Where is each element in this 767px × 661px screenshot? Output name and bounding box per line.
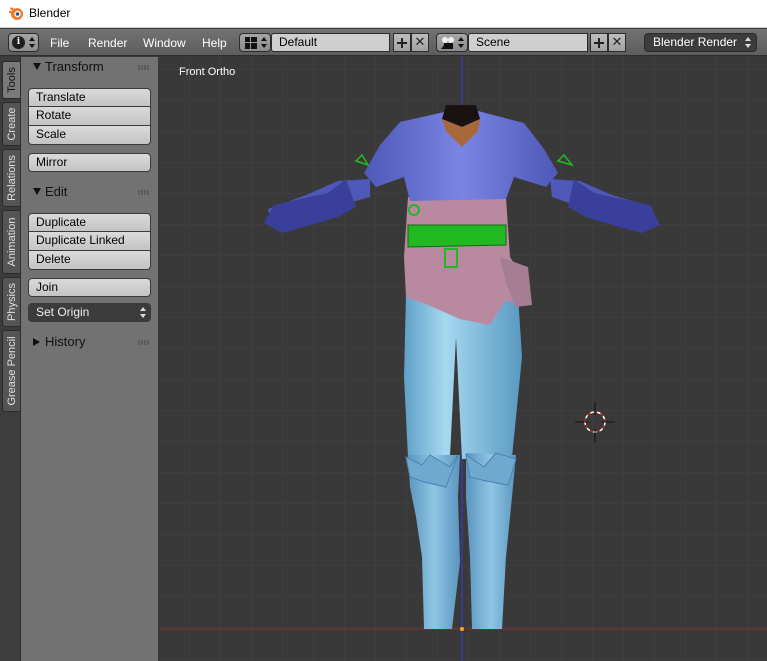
delete-screen-icon[interactable]: ✕ [411, 33, 429, 52]
tab-tools[interactable]: Tools [2, 61, 20, 99]
add-scene-icon[interactable] [590, 33, 608, 52]
screen-layout-browse-button[interactable] [239, 33, 271, 52]
tab-physics[interactable]: Physics [2, 277, 20, 327]
info-icon: i [12, 36, 25, 49]
translate-button[interactable]: Translate [28, 88, 151, 107]
render-engine-label: Blender Render [653, 35, 738, 49]
view-label: Front Ortho [179, 66, 236, 78]
screen-layout-field[interactable]: Default [271, 33, 390, 52]
menu-file[interactable]: File [50, 36, 69, 50]
belt-mesh [407, 224, 507, 248]
drag-grip-icon[interactable] [138, 190, 150, 195]
transform-panel-title: Transform [45, 59, 104, 74]
scale-button[interactable]: Scale [28, 126, 151, 145]
edit-panel-title: Edit [45, 184, 68, 199]
edit-panel-header[interactable]: Edit [21, 182, 159, 202]
duplicate-button[interactable]: Duplicate [28, 213, 151, 232]
drag-grip-icon[interactable] [138, 65, 150, 70]
updown-arrows-icon [29, 37, 35, 48]
rotate-button[interactable]: Rotate [28, 107, 151, 126]
add-screen-icon[interactable] [393, 33, 411, 52]
collapse-triangle-icon [33, 188, 41, 195]
tab-create[interactable]: Create [2, 102, 20, 146]
updown-arrows-icon [745, 37, 751, 48]
window-title-bar: Blender [0, 0, 767, 28]
menu-help[interactable]: Help [202, 36, 227, 50]
3d-viewport[interactable]: Front Ortho [160, 57, 767, 661]
mirror-button[interactable]: Mirror [28, 153, 151, 172]
join-button[interactable]: Join [28, 278, 151, 297]
tool-shelf-tabs: Tools Create Relations Animation Physics… [0, 57, 21, 661]
updown-arrows-icon [140, 307, 146, 318]
scene-field[interactable]: Scene [468, 33, 588, 52]
history-panel-title: History [45, 334, 86, 349]
drag-grip-icon[interactable] [138, 340, 150, 345]
tab-animation[interactable]: Animation [2, 210, 20, 274]
set-origin-dropdown[interactable]: Set Origin [28, 303, 151, 322]
tool-shelf: Transform Translate Rotate Scale Mirror … [21, 57, 159, 661]
object-origin-point[interactable] [459, 626, 465, 632]
render-engine-select[interactable]: Blender Render [644, 33, 757, 52]
tab-grease-pencil[interactable]: Grease Pencil [2, 330, 20, 412]
set-origin-label: Set Origin [36, 305, 90, 319]
expand-triangle-icon [33, 338, 40, 346]
window-title: Blender [29, 6, 71, 20]
scene-icon [441, 37, 454, 49]
info-header: i File Render Window Help Default ✕ Scen… [0, 29, 767, 56]
screen-layout-icon [245, 37, 257, 49]
updown-arrows-icon [261, 37, 267, 48]
delete-button[interactable]: Delete [28, 251, 151, 270]
duplicate-linked-button[interactable]: Duplicate Linked [28, 232, 151, 251]
viewport-canvas [160, 57, 767, 661]
menu-render[interactable]: Render [88, 36, 127, 50]
updown-arrows-icon [458, 37, 464, 48]
collapse-triangle-icon [33, 63, 41, 70]
tab-relations[interactable]: Relations [2, 149, 20, 207]
menu-window[interactable]: Window [143, 36, 186, 50]
history-panel-header[interactable]: History [21, 332, 159, 352]
blender-logo-icon [9, 7, 23, 20]
transform-panel-header[interactable]: Transform [21, 57, 159, 77]
delete-scene-icon[interactable]: ✕ [608, 33, 626, 52]
scene-browse-button[interactable] [436, 33, 468, 52]
editor-type-button[interactable]: i [8, 33, 39, 52]
